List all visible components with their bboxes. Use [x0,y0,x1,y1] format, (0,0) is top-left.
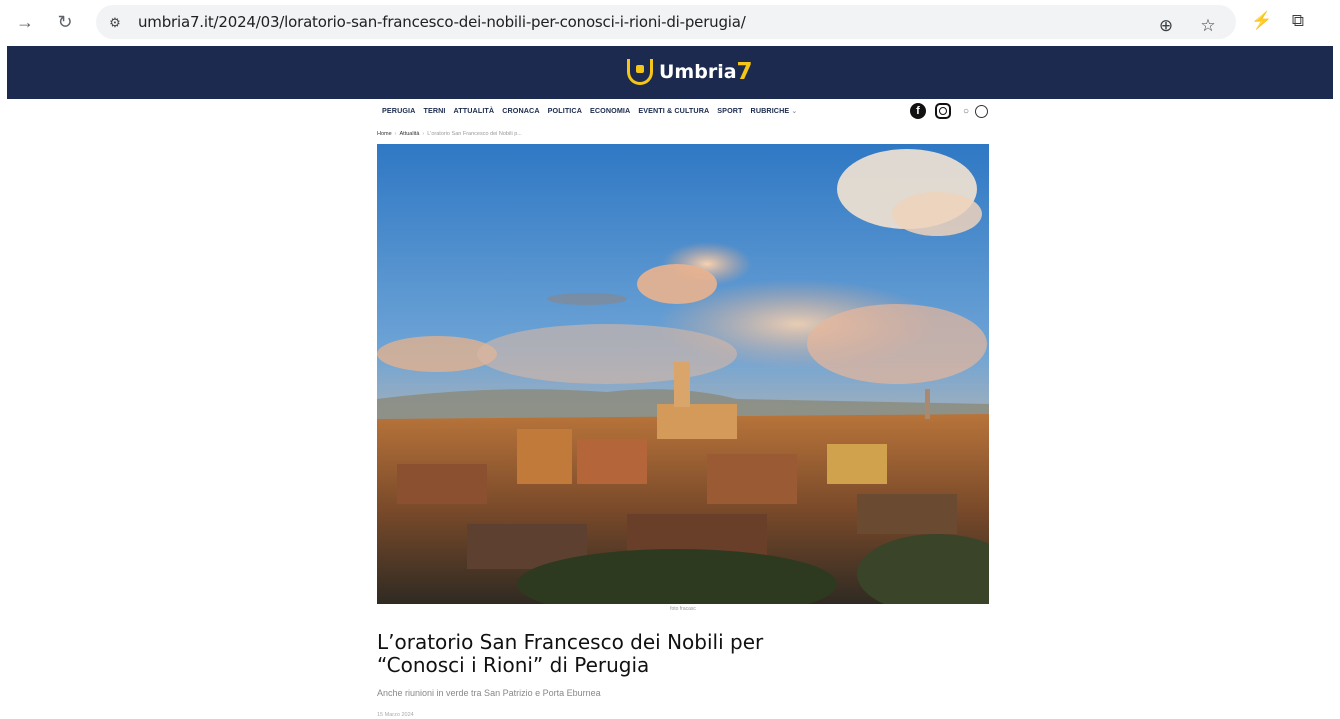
article-title-line: L’oratorio San Francesco dei Nobili per [377,630,764,654]
menu-item-rubriche[interactable]: RUBRICHE [751,106,798,120]
image-caption: foto fracasc [670,606,696,612]
site-info-icon[interactable]: ⚙ [104,12,126,34]
logo-text: Umbria [659,61,737,83]
zoom-icon[interactable]: ⊕ [1154,14,1178,38]
article-title: L’oratorio San Francesco dei Nobili per … [377,631,837,677]
facebook-icon[interactable]: f [910,103,926,119]
user-account-icon[interactable] [975,105,988,118]
search-icon[interactable]: ○ [958,103,974,119]
menu-item-politica[interactable]: POLITICA [548,106,582,120]
url-text[interactable]: umbria7.it/2024/03/loratorio-san-frances… [138,13,746,31]
menu-item-attualita[interactable]: ATTUALITÀ [454,106,495,120]
article-hero-image [377,144,989,604]
site-header: Umbria 7 [7,46,1333,99]
address-bar[interactable]: ⚙ umbria7.it/2024/03/loratorio-san-franc… [96,5,1236,39]
browser-toolbar: → ↻ ⚙ umbria7.it/2024/03/loratorio-san-f… [0,0,1340,44]
menu-item-sport[interactable]: SPORT [717,106,742,120]
extensions-puzzle-icon[interactable]: ⧉ [1286,9,1310,33]
url-domain: umbria7.it [138,13,214,31]
menu-item-terni[interactable]: TERNI [423,106,445,120]
breadcrumb-section[interactable]: Attualità [400,131,420,137]
logo-shield-icon [627,59,653,85]
article-title-line: “Conosci i Rioni” di Perugia [377,653,650,677]
breadcrumb-separator: › [394,131,397,137]
forward-icon[interactable]: → [10,7,40,37]
logo-number: 7 [736,59,753,85]
extension-bolt-icon[interactable]: ⚡ [1250,9,1274,33]
breadcrumb-home[interactable]: Home [377,131,392,137]
reload-icon[interactable]: ↻ [50,7,80,37]
main-menu: PERUGIA TERNI ATTUALITÀ CRONACA POLITICA… [382,106,806,120]
url-path: /2024/03/loratorio-san-francesco-dei-nob… [213,13,746,31]
menu-item-cronaca[interactable]: CRONACA [502,106,539,120]
instagram-icon[interactable] [935,103,951,119]
menu-item-eventi-cultura[interactable]: EVENTI & CULTURA [638,106,709,120]
breadcrumb: Home › Attualità › L'oratorio San Francesco … [377,131,522,137]
article-date: 15 Marzo 2024 [377,712,414,718]
breadcrumb-separator: › [422,131,425,137]
menu-item-economia[interactable]: ECONOMIA [590,106,630,120]
article-subtitle: Anche riunioni in verde tra San Patrizio… [377,688,601,698]
breadcrumb-current: L'oratorio San Francesco dei Nobili p... [427,131,522,137]
menu-item-perugia[interactable]: PERUGIA [382,106,415,120]
site-logo[interactable]: Umbria 7 [627,55,753,89]
bookmark-star-icon[interactable]: ☆ [1196,14,1220,38]
